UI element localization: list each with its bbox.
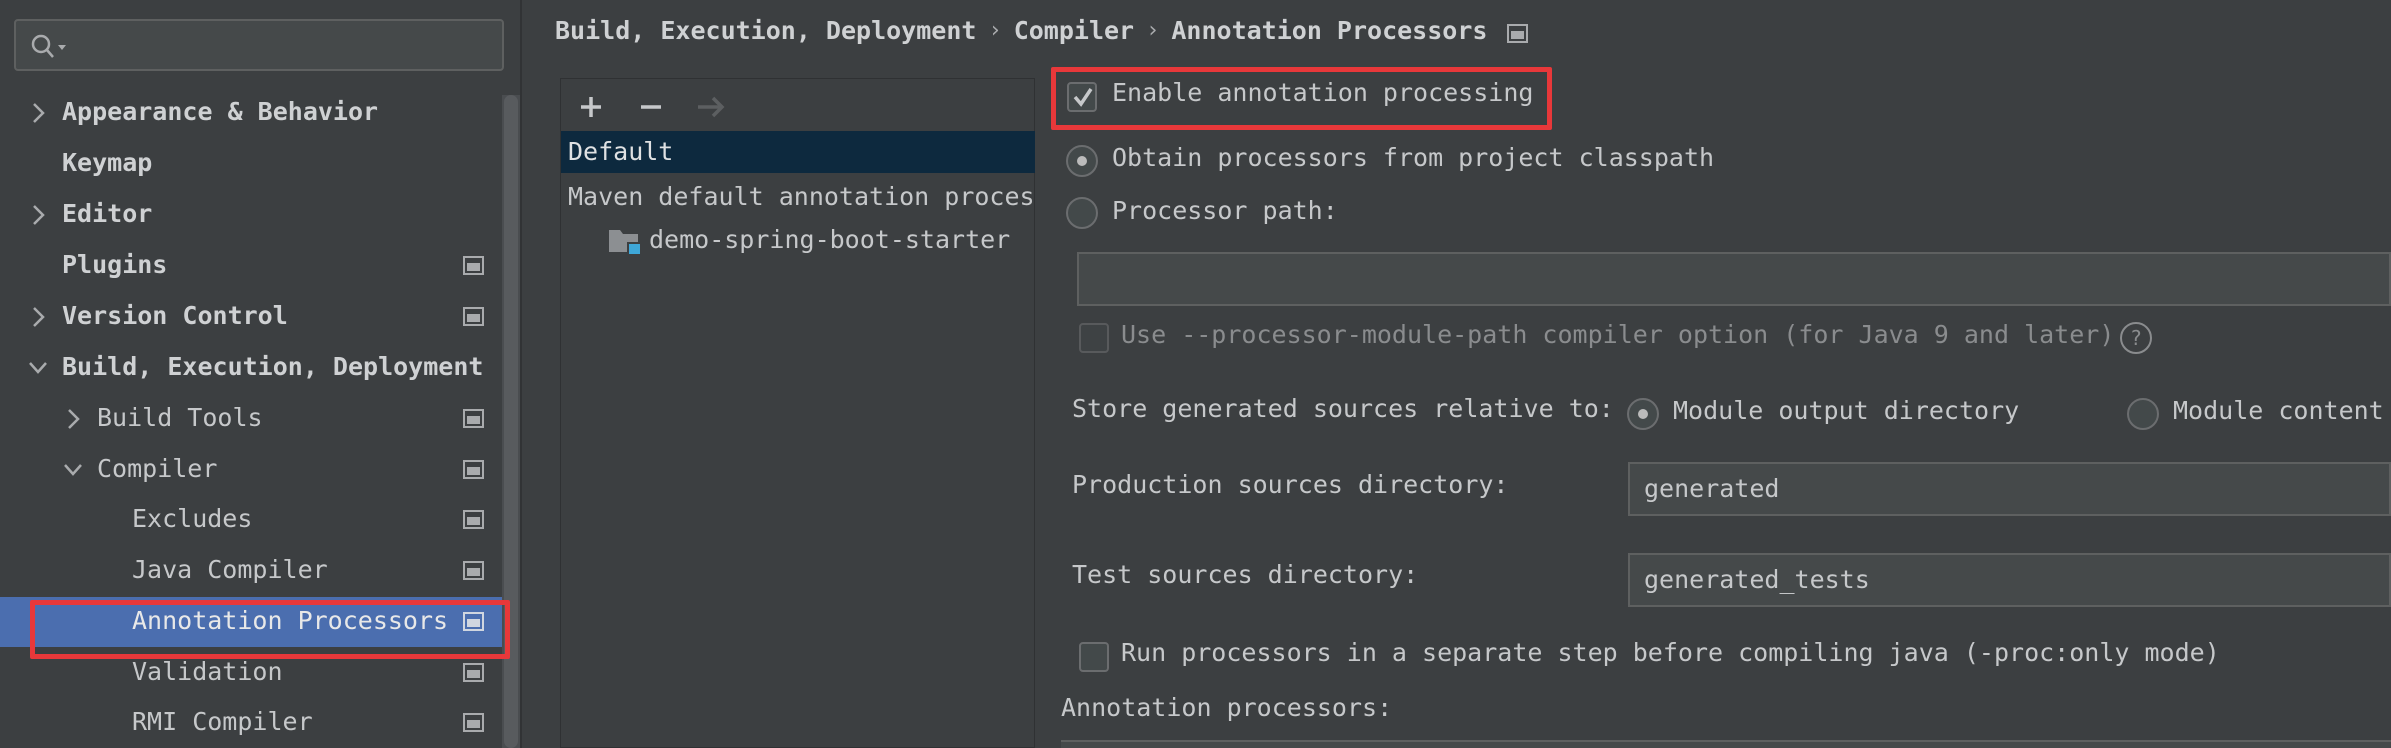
breadcrumb-item-annotation-processors: Annotation Processors xyxy=(1171,15,1488,45)
sidebar-item-label: Editor xyxy=(62,199,153,228)
sidebar-item-editor[interactable]: Editor xyxy=(0,190,520,240)
minus-icon xyxy=(641,105,661,109)
sidebar-item-validation[interactable]: Validation xyxy=(0,648,520,698)
processor-path-radio[interactable] xyxy=(1066,197,1098,229)
sidebar-item-annotation-processors[interactable]: Annotation Processors xyxy=(0,597,520,647)
processor-path-label[interactable]: Processor path: xyxy=(1112,196,1338,225)
profile-item-label: Maven default annotation proces xyxy=(568,182,1035,211)
sidebar-item-label: Compiler xyxy=(97,454,218,483)
annotation-processors-table[interactable] xyxy=(1061,740,2391,748)
project-icon xyxy=(463,612,484,631)
sidebar-item-label: Annotation Processors xyxy=(132,606,449,635)
profile-item-maven-default[interactable]: Maven default annotation proces xyxy=(561,176,1035,218)
processor-profiles-panel: Default Maven default annotation proces … xyxy=(560,78,1035,748)
production-dir-value: generated xyxy=(1644,474,1780,503)
settings-search-input[interactable] xyxy=(14,19,504,71)
plus-icon xyxy=(581,97,601,117)
obtain-from-classpath-label[interactable]: Obtain processors from project classpath xyxy=(1112,143,1714,172)
processor-module-path-label[interactable]: Use --processor-module-path compiler opt… xyxy=(1121,320,2114,349)
chevron-down-icon[interactable] xyxy=(27,355,49,381)
move-profile-button[interactable] xyxy=(691,87,731,127)
run-separate-step-label[interactable]: Run processors in a separate step before… xyxy=(1121,638,2220,667)
sidebar-item-label: Plugins xyxy=(62,250,168,279)
module-content-radio[interactable] xyxy=(2127,398,2159,430)
breadcrumb-separator: › xyxy=(988,17,1002,43)
module-output-label[interactable]: Module output directory xyxy=(1673,396,2019,425)
enable-annotation-processing-label[interactable]: Enable annotation processing xyxy=(1112,78,1533,107)
profile-module-label: demo-spring-boot-starter xyxy=(649,225,1011,254)
sidebar-item-label: Appearance & Behavior xyxy=(62,97,379,126)
sidebar-item-label: Excludes xyxy=(132,504,253,533)
breadcrumb-item-compiler[interactable]: Compiler xyxy=(1014,16,1134,45)
sidebar-item-label: Validation xyxy=(132,657,283,686)
radio-dot xyxy=(1077,156,1087,166)
radio-dot xyxy=(1638,409,1648,419)
checkmark-icon xyxy=(1073,88,1093,107)
processor-path-field[interactable] xyxy=(1077,252,2391,306)
project-icon xyxy=(463,510,484,529)
project-icon xyxy=(463,307,484,326)
search-icon[interactable] xyxy=(30,33,70,61)
settings-sidebar: Appearance & Behavior Keymap Editor Plugins… xyxy=(0,0,520,748)
sidebar-item-label: Keymap xyxy=(62,148,153,177)
project-icon xyxy=(1507,23,1529,43)
breadcrumb: Build, Execution, Deployment › Compiler … xyxy=(555,10,1529,50)
chevron-right-icon[interactable] xyxy=(27,100,49,126)
sidebar-item-excludes[interactable]: Excludes xyxy=(0,495,520,545)
project-icon xyxy=(463,409,484,428)
breadcrumb-item-build[interactable]: Build, Execution, Deployment xyxy=(555,16,976,45)
chevron-down-icon[interactable] xyxy=(62,457,84,483)
store-relative-label: Store generated sources relative to: xyxy=(1072,394,1614,423)
help-icon[interactable]: ? xyxy=(2120,322,2152,354)
production-dir-field[interactable]: generated xyxy=(1628,462,2391,516)
sidebar-item-label: RMI Compiler xyxy=(132,707,313,736)
profile-item-label: Default xyxy=(568,137,674,166)
project-icon xyxy=(463,663,484,682)
remove-profile-button[interactable] xyxy=(631,87,671,127)
sidebar-item-label: Java Compiler xyxy=(132,555,328,584)
sidebar-item-label: Build Tools xyxy=(97,403,263,432)
profile-item-default[interactable]: Default xyxy=(561,131,1035,173)
sidebar-item-java-compiler[interactable]: Java Compiler xyxy=(0,546,520,596)
annotation-processors-label: Annotation processors: xyxy=(1061,693,1393,722)
add-profile-button[interactable] xyxy=(571,87,611,127)
sidebar-item-keymap[interactable]: Keymap xyxy=(0,139,520,189)
enable-annotation-processing-checkbox[interactable] xyxy=(1067,82,1097,112)
sidebar-item-build-tools[interactable]: Build Tools xyxy=(0,394,520,444)
sidebar-scrollbar-thumb[interactable] xyxy=(504,95,518,748)
arrow-right-icon xyxy=(698,96,725,118)
chevron-right-icon[interactable] xyxy=(62,406,84,432)
project-icon xyxy=(463,460,484,479)
processor-module-path-checkbox[interactable] xyxy=(1079,323,1109,353)
sidebar-item-compiler[interactable]: Compiler xyxy=(0,445,520,495)
chevron-right-icon[interactable] xyxy=(27,202,49,228)
sidebar-item-label: Build, Execution, Deployment xyxy=(62,352,484,381)
chevron-right-icon[interactable] xyxy=(27,304,49,330)
test-dir-label: Test sources directory: xyxy=(1072,560,1419,589)
production-dir-label: Production sources directory: xyxy=(1072,470,1509,499)
sidebar-divider[interactable] xyxy=(520,0,522,748)
run-separate-step-checkbox[interactable] xyxy=(1079,642,1109,672)
sidebar-item-build-execution-deployment[interactable]: Build, Execution, Deployment xyxy=(0,343,520,393)
project-icon xyxy=(463,256,484,275)
module-output-radio[interactable] xyxy=(1627,398,1659,430)
profile-module-item[interactable]: demo-spring-boot-starter xyxy=(561,219,1035,261)
sidebar-item-label: Version Control xyxy=(62,301,288,330)
sidebar-item-appearance-behavior[interactable]: Appearance & Behavior xyxy=(0,88,520,138)
sidebar-item-plugins[interactable]: Plugins xyxy=(0,241,520,291)
module-content-label[interactable]: Module content xyxy=(2173,396,2384,425)
project-icon xyxy=(463,561,484,580)
test-dir-field[interactable]: generated_tests xyxy=(1628,553,2391,607)
project-icon xyxy=(463,713,484,732)
module-folder-icon xyxy=(609,230,641,255)
obtain-from-classpath-radio[interactable] xyxy=(1066,145,1098,177)
sidebar-item-version-control[interactable]: Version Control xyxy=(0,292,520,342)
breadcrumb-separator: › xyxy=(1146,17,1160,43)
sidebar-item-rmi-compiler[interactable]: RMI Compiler xyxy=(0,698,520,748)
test-dir-value: generated_tests xyxy=(1644,565,1870,594)
